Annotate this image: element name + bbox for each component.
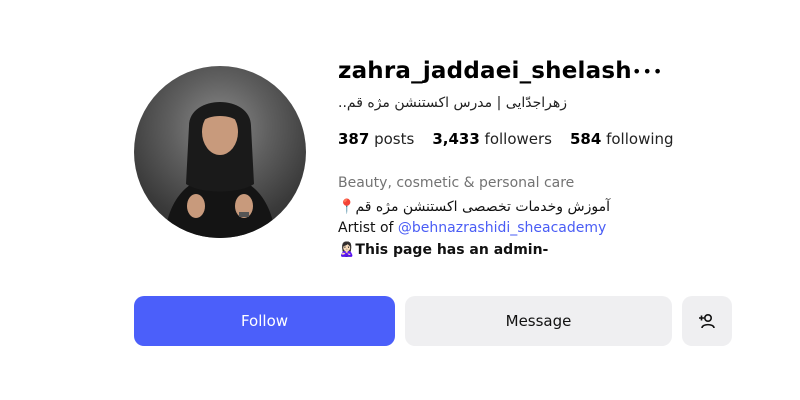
- followers-label: followers: [484, 130, 552, 148]
- following-count: 584: [570, 130, 602, 148]
- posts-stat[interactable]: 387 posts: [338, 130, 414, 148]
- profile-category: Beauty, cosmetic & personal care: [338, 175, 575, 191]
- profile-full-name: زهراجدّایی | مدرس اکستنشن مژه قم..: [338, 95, 567, 111]
- followers-count: 3,433: [432, 130, 480, 148]
- profile-avatar[interactable]: [134, 66, 306, 238]
- following-stat[interactable]: 584 following: [570, 130, 674, 148]
- profile-stats: 387 posts 3,433 followers 584 following: [338, 130, 674, 148]
- posts-count: 387: [338, 130, 370, 148]
- add-user-icon: [699, 313, 715, 329]
- message-button[interactable]: Message: [405, 296, 672, 346]
- profile-username: zahra_jaddaei_shelash: [338, 58, 632, 84]
- avatar-portrait: [164, 102, 276, 238]
- more-horizontal-icon[interactable]: •••: [632, 62, 662, 82]
- bio-mention-link[interactable]: @behnazrashidi_sheacademy: [398, 220, 606, 236]
- add-user-button[interactable]: [682, 296, 732, 346]
- followers-stat[interactable]: 3,433 followers: [432, 130, 552, 148]
- posts-label: posts: [374, 130, 415, 148]
- bio-line-3: 🙎🏻‍♀️This page has an admin-: [338, 242, 549, 258]
- follow-button[interactable]: Follow: [134, 296, 395, 346]
- bio-line-1: 📍آموزش وخدمات تخصصی اکستنشن مژه قم: [338, 199, 610, 215]
- bio-line-2: Artist of @behnazrashidi_sheacademy: [338, 220, 606, 236]
- following-label: following: [606, 130, 674, 148]
- bio-artist-prefix: Artist of: [338, 220, 398, 236]
